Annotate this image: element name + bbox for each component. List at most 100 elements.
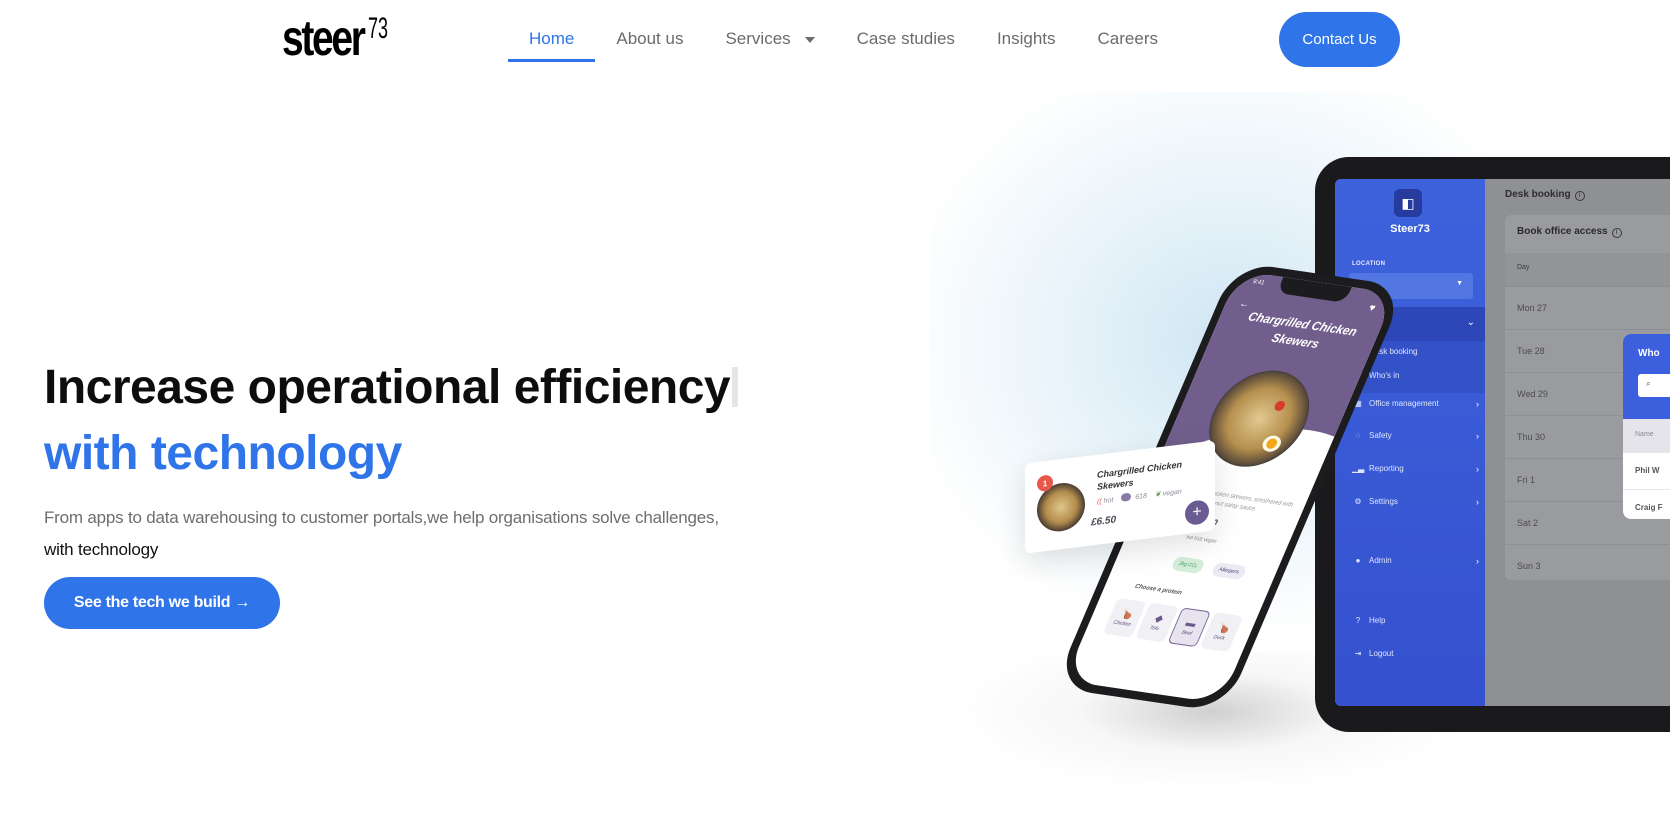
steer73-logo[interactable]: steer 73 — [282, 10, 389, 66]
hero-title: Increase operational efficiency with tec… — [44, 355, 739, 487]
nav-case-studies-label: Case studies — [856, 29, 955, 48]
see-tech-button[interactable]: See the tech we build → — [44, 577, 280, 629]
hero-subtitle: From apps to data warehousing to custome… — [44, 502, 719, 566]
chevron-right-icon: › — [1476, 463, 1479, 474]
tablet-brand: Steer73 — [1390, 223, 1430, 235]
nav-careers[interactable]: Careers — [1077, 0, 1179, 62]
logout-icon: ⇥ — [1354, 649, 1362, 658]
info-icon: i — [1611, 228, 1622, 238]
gear-icon: ⚙ — [1354, 497, 1362, 506]
main-nav: Home About us Services Case studies Insi… — [508, 0, 1179, 80]
protein-label-text: Chicken — [1112, 619, 1132, 628]
card-dish-title: Chargrilled Chicken Skewers — [1097, 459, 1183, 492]
day-label: Fri 1 — [1517, 475, 1535, 485]
add-icon: + — [1185, 499, 1209, 527]
co2-pill-label: 2kg CO₂ — [1177, 560, 1199, 570]
contact-us-button[interactable]: Contact Us — [1279, 12, 1400, 67]
desk-booking-title-text: Desk booking — [1505, 189, 1571, 200]
allergens-pill: Allergens — [1210, 561, 1248, 581]
logo-number: 73 — [368, 12, 389, 45]
hero-title-line2: with technology — [44, 427, 402, 480]
nav-services-label: Services — [725, 29, 791, 48]
tofu-icon: ◆ — [1152, 613, 1165, 626]
day-label: Tue 28 — [1517, 346, 1545, 356]
protein-options: 🍗 Chicken ◆ Tofu ▬ Beef 🍗 Duck — [1102, 597, 1244, 652]
sidebar-item-settings: ⚙ Settings › — [1352, 497, 1479, 507]
sidebar-item-label: Admin — [1369, 556, 1392, 565]
day-column-label: Day — [1517, 264, 1530, 271]
chevron-right-icon: › — [1476, 430, 1479, 441]
hero-title-line1: Increase operational efficiency — [44, 355, 739, 421]
day-label: Wed 29 — [1517, 389, 1548, 399]
shield-icon: ◌ — [1355, 431, 1361, 440]
sidebar-item-label: Safety — [1369, 431, 1392, 440]
nav-home[interactable]: Home — [508, 0, 596, 62]
chevron-right-icon: › — [1476, 398, 1479, 409]
caret-down-icon: ▼ — [1456, 280, 1463, 287]
sidebar-item-label: Office management — [1369, 399, 1439, 408]
protein-label-text: Duck — [1212, 634, 1226, 642]
location-label: LOCATION — [1352, 261, 1386, 267]
tablet-mockup: ◧ Steer73 LOCATION ▼ ⌄ Desk booking Who'… — [1315, 157, 1670, 732]
co2-pill: 2kg CO₂ — [1170, 555, 1206, 575]
tablet-screen: ◧ Steer73 LOCATION ▼ ⌄ Desk booking Who'… — [1335, 179, 1670, 706]
nav-about-us[interactable]: About us — [595, 0, 704, 62]
hero-subtitle-emphasis: with technology — [44, 540, 159, 559]
leaf-icon: ❦ — [1154, 490, 1161, 499]
whos-in-popup: Who ⌕ Name Phil W Craig F — [1623, 334, 1670, 519]
nav-insights[interactable]: Insights — [976, 0, 1077, 62]
popup-row: Craig F — [1623, 490, 1670, 519]
chevron-right-icon: › — [1476, 496, 1479, 507]
search-icon: ⌕ — [1646, 378, 1652, 388]
book-office-title: Book office access i — [1517, 226, 1622, 238]
popup-header: Who ⌕ — [1623, 334, 1670, 419]
tag-calories: 618 — [1135, 492, 1147, 502]
sidebar-item-label: Who's in — [1369, 371, 1400, 380]
day-label: Mon 27 — [1517, 303, 1548, 313]
sidebar-item-safety: ◌ Safety › — [1352, 431, 1479, 441]
app-logo-icon: ◧ — [1394, 189, 1422, 217]
popup-column-header: Name — [1623, 419, 1670, 453]
calorie-icon — [1121, 492, 1132, 502]
day-label: Thu 30 — [1517, 432, 1546, 442]
day-label: Sat 2 — [1517, 518, 1539, 528]
sidebar-item-reporting: ▁▃ Reporting › — [1352, 464, 1479, 474]
help-icon: ? — [1355, 616, 1361, 625]
day-label: Sun 3 — [1517, 561, 1541, 571]
nav-home-label: Home — [529, 29, 575, 48]
typing-cursor — [732, 367, 739, 407]
card-price: £6.50 — [1091, 514, 1117, 529]
day-row: Sun 3 — [1505, 544, 1670, 588]
desk-booking-title: Desk booking i — [1505, 189, 1585, 201]
popup-title: Who — [1638, 348, 1660, 359]
hero-device-mockup: ◧ Steer73 LOCATION ▼ ⌄ Desk booking Who'… — [930, 92, 1670, 823]
person-name: Craig F — [1635, 503, 1663, 512]
chili-icon: (( — [1097, 498, 1102, 506]
sidebar-item-label: Settings — [1369, 497, 1398, 506]
popup-row: Phil W — [1623, 453, 1670, 490]
info-icon: i — [1574, 191, 1585, 201]
chevron-down-icon: ⌄ — [1466, 317, 1475, 328]
sidebar-item-label: Help — [1369, 616, 1386, 625]
allergens-pill-label: Allergens — [1217, 566, 1241, 576]
hero-subtitle-text: From apps to data warehousing to custome… — [44, 508, 719, 527]
caret-down-icon[interactable] — [804, 37, 815, 43]
site-header: steer 73 Home About us Services Case stu… — [0, 0, 1670, 80]
day-column-header: Day — [1505, 253, 1670, 286]
nav-careers-label: Careers — [1097, 29, 1158, 48]
tag-vegan: vegan — [1162, 488, 1182, 498]
nav-about-us-label: About us — [616, 29, 684, 48]
nav-case-studies[interactable]: Case studies — [836, 0, 976, 62]
hero-title-line1-text: Increase operational efficiency — [44, 361, 731, 414]
name-column-label: Name — [1635, 431, 1654, 438]
logo-word: steer — [282, 10, 366, 66]
tag-hot: hot — [1103, 496, 1114, 506]
book-office-title-text: Book office access — [1517, 226, 1608, 237]
sidebar-item-label: Logout — [1369, 649, 1394, 658]
protein-label-text: Tofu — [1148, 624, 1161, 633]
nav-insights-label: Insights — [996, 29, 1056, 48]
protein-label: Choose a protein — [1133, 583, 1183, 597]
nav-services[interactable]: Services — [704, 0, 835, 62]
sidebar-item-help: ? Help — [1352, 616, 1386, 625]
popup-search: ⌕ — [1638, 374, 1670, 397]
